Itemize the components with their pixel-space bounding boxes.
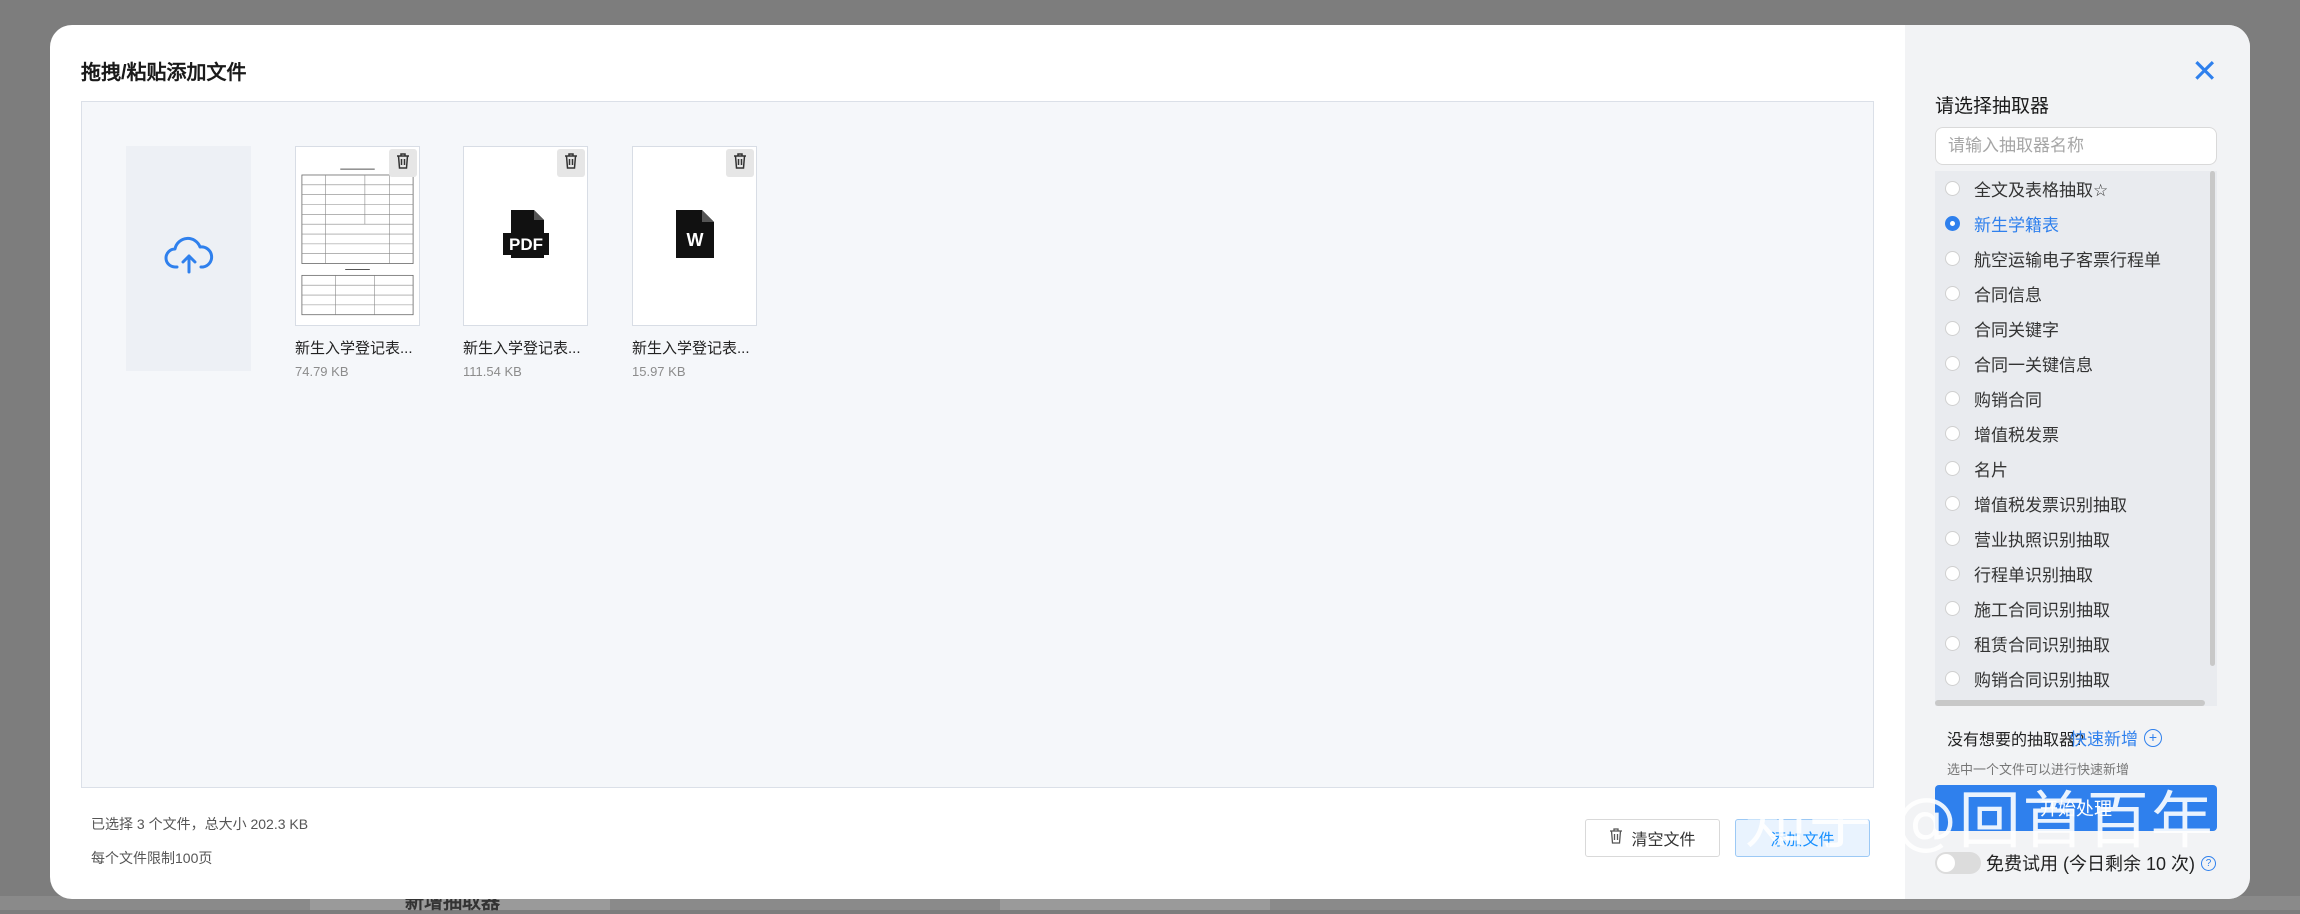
horizontal-scrollbar[interactable] — [1935, 700, 2205, 706]
trash-icon — [564, 152, 578, 174]
modal-title: 拖拽/粘贴添加文件 — [81, 62, 247, 84]
upload-area-section: 拖拽/粘贴添加文件 新生入学登记表... 74.79 KB PDF 新生入学登记… — [50, 25, 1905, 899]
trash-icon — [396, 152, 410, 174]
extractor-option[interactable]: 合同信息 — [1935, 276, 2205, 311]
radio-button[interactable] — [1945, 426, 1960, 441]
radio-button[interactable] — [1945, 496, 1960, 511]
radio-button[interactable] — [1945, 601, 1960, 616]
radio-button[interactable] — [1945, 286, 1960, 301]
extractor-option[interactable]: 行程单识别抽取 — [1935, 556, 2205, 591]
extractor-option-label: 合同一关键信息 — [1974, 356, 2093, 375]
extractor-option[interactable]: 购销合同识别抽取 — [1935, 661, 2205, 696]
radio-button[interactable] — [1945, 391, 1960, 406]
clear-files-label: 清空文件 — [1631, 832, 1696, 849]
quick-add-label: 快速新增 — [2070, 730, 2138, 749]
upload-cloud-icon — [164, 236, 214, 281]
delete-file-button[interactable] — [557, 149, 585, 177]
extractor-option[interactable]: 名片 — [1935, 451, 2205, 486]
clear-files-button[interactable]: 清空文件 — [1585, 819, 1720, 857]
file-card[interactable]: 新生入学登记表... 74.79 KB — [295, 146, 420, 379]
radio-button[interactable] — [1945, 566, 1960, 581]
file-card[interactable]: PDF 新生入学登记表... 111.54 KB — [463, 146, 588, 379]
background-card — [1000, 898, 1270, 910]
extractor-option[interactable]: 航空运输电子客票行程单 — [1935, 241, 2205, 276]
extractor-option[interactable]: 合同关键字 — [1935, 311, 2205, 346]
radio-button[interactable] — [1945, 461, 1960, 476]
file-card[interactable]: W 新生入学登记表... 15.97 KB — [632, 146, 757, 379]
file-name: 新生入学登记表... — [632, 340, 750, 357]
delete-file-button[interactable] — [389, 149, 417, 177]
file-name: 新生入学登记表... — [295, 340, 413, 357]
extractor-option-label: 增值税发票识别抽取 — [1974, 496, 2127, 515]
radio-button[interactable] — [1945, 671, 1960, 686]
page-limit-note: 每个文件限制100页 — [91, 850, 213, 866]
panel-title: 请选择抽取器 — [1935, 96, 2050, 117]
file-size: 111.54 KB — [463, 364, 522, 379]
delete-file-button[interactable] — [726, 149, 754, 177]
plus-circle-icon: + — [2144, 728, 2162, 747]
radio-button[interactable] — [1945, 356, 1960, 371]
radio-button[interactable] — [1945, 251, 1960, 266]
extractor-option[interactable]: 营业执照识别抽取 — [1935, 521, 2205, 556]
watermark: 知乎 @回首百年 — [1745, 784, 2215, 857]
extractor-option[interactable]: 增值税发票识别抽取 — [1935, 486, 2205, 521]
extractor-option-label: 名片 — [1974, 461, 2008, 480]
extractor-option-label: 航空运输电子客票行程单 — [1974, 251, 2161, 270]
file-thumbnail: W — [632, 146, 757, 326]
upload-button[interactable] — [126, 146, 251, 371]
extractor-option[interactable]: 增值税发票 — [1935, 416, 2205, 451]
pdf-badge-text: PDF — [509, 235, 543, 254]
extractor-option-label: 合同关键字 — [1974, 321, 2059, 340]
extractor-option-label: 行程单识别抽取 — [1974, 566, 2093, 585]
extractor-option-label: 购销合同 — [1974, 391, 2042, 410]
extractor-option-label: 营业执照识别抽取 — [1974, 531, 2110, 550]
radio-button[interactable] — [1945, 216, 1960, 231]
word-file-icon: W — [674, 209, 716, 264]
file-thumbnail — [295, 146, 420, 326]
trash-icon — [1609, 827, 1623, 849]
extractor-option[interactable]: 合同一关键信息 — [1935, 346, 2205, 381]
file-size: 15.97 KB — [632, 364, 686, 379]
extractor-panel: ✕ 请选择抽取器 全文及表格抽取☆ 新生学籍表 航空运输电子客票行程单 合同信息… — [1905, 25, 2250, 899]
radio-button[interactable] — [1945, 321, 1960, 336]
radio-button[interactable] — [1945, 531, 1960, 546]
extractor-option[interactable]: 新生学籍表 — [1935, 206, 2205, 241]
extractor-option[interactable]: 购销合同 — [1935, 381, 2205, 416]
extractor-option-label: 增值税发票 — [1974, 426, 2059, 445]
selection-summary: 已选择 3 个文件，总大小 202.3 KB — [91, 816, 309, 832]
file-size: 74.79 KB — [295, 364, 349, 379]
radio-button[interactable] — [1945, 181, 1960, 196]
close-icon[interactable]: ✕ — [2191, 55, 2218, 87]
extractor-list: 全文及表格抽取☆ 新生学籍表 航空运输电子客票行程单 合同信息 合同关键字 合同… — [1935, 171, 2217, 706]
vertical-scrollbar[interactable] — [2210, 171, 2215, 666]
extractor-option-label: 施工合同识别抽取 — [1974, 601, 2110, 620]
pdf-file-icon: PDF — [501, 209, 551, 264]
extractor-option-label: 合同信息 — [1974, 286, 2042, 305]
file-thumbnail: PDF — [463, 146, 588, 326]
upload-modal: 拖拽/粘贴添加文件 新生入学登记表... 74.79 KB PDF 新生入学登记… — [50, 25, 2250, 899]
quick-add-link[interactable]: 快速新增 + — [2070, 725, 2162, 750]
extractor-option-label: 租赁合同识别抽取 — [1974, 636, 2110, 655]
extractor-option-label: 新生学籍表 — [1974, 216, 2059, 235]
extractor-option[interactable]: 租赁合同识别抽取 — [1935, 626, 2205, 661]
extractor-option[interactable]: 施工合同识别抽取 — [1935, 591, 2205, 626]
radio-button[interactable] — [1945, 636, 1960, 651]
extractor-option-label: 购销合同识别抽取 — [1974, 671, 2110, 690]
trash-icon — [733, 152, 747, 174]
no-extractor-prompt: 没有想要的抽取器? — [1947, 732, 2084, 749]
extractor-option[interactable]: 全文及表格抽取☆ — [1935, 171, 2205, 206]
drop-zone[interactable]: 新生入学登记表... 74.79 KB PDF 新生入学登记表... 111.5… — [81, 101, 1874, 788]
file-name: 新生入学登记表... — [463, 340, 581, 357]
word-badge-text: W — [686, 230, 703, 250]
extractor-option-label: 全文及表格抽取☆ — [1974, 181, 2109, 200]
extractor-search-input[interactable] — [1935, 127, 2217, 165]
